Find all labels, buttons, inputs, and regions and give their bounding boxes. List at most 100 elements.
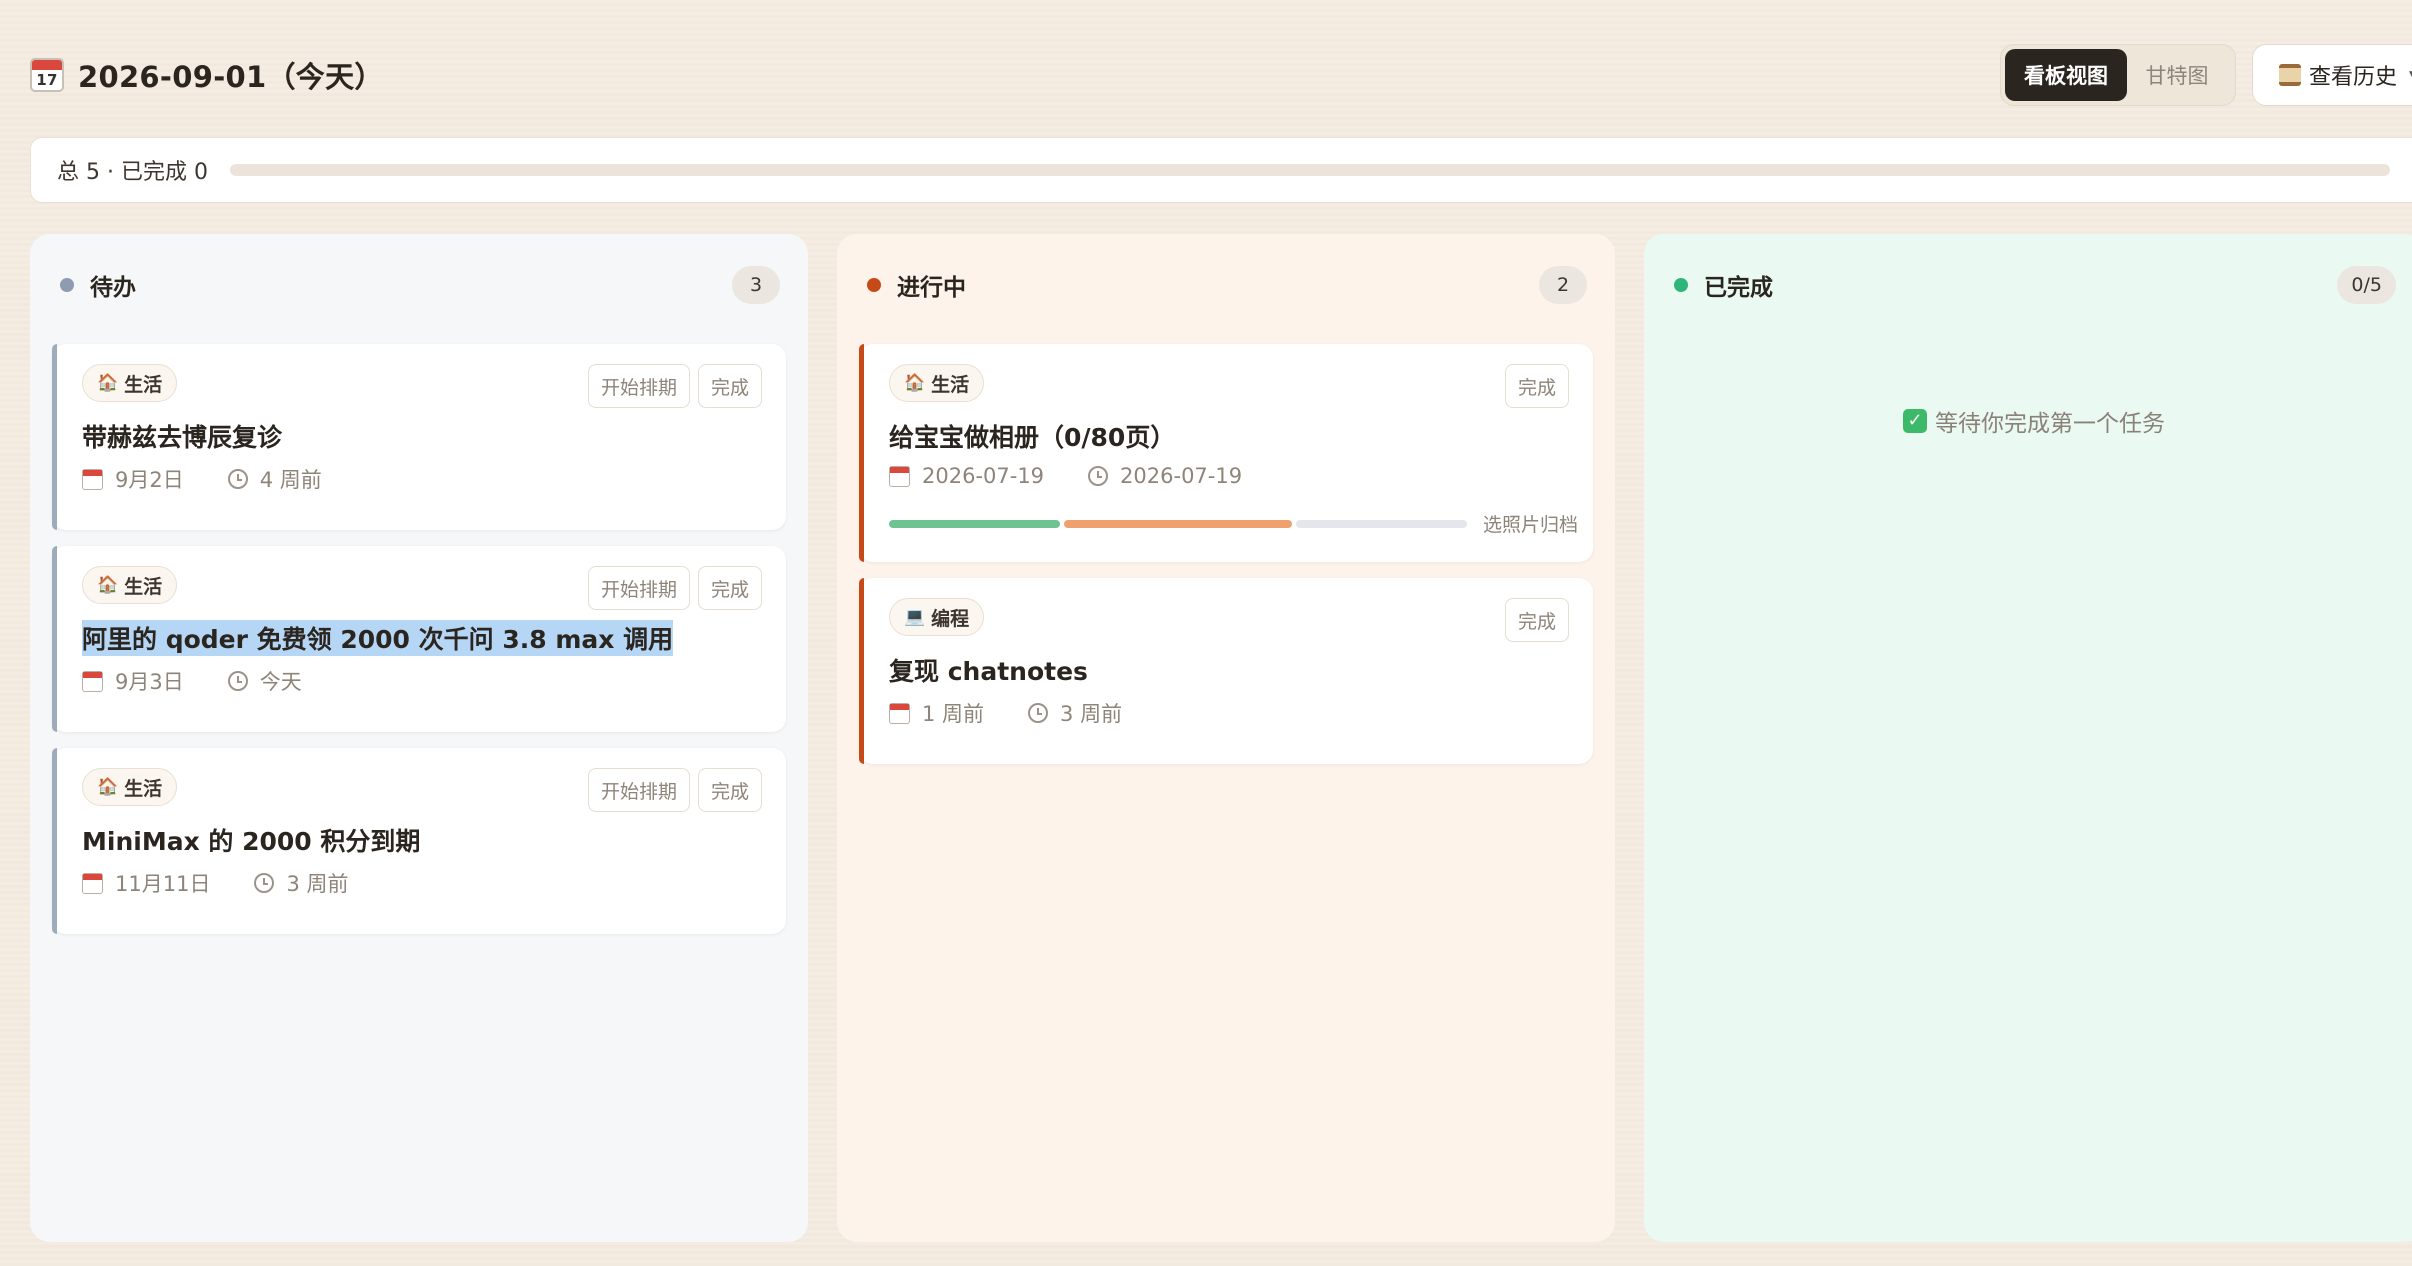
complete-button[interactable]: 完成 bbox=[697, 364, 762, 408]
complete-button[interactable]: 完成 bbox=[1504, 598, 1569, 642]
created-ago: 4 周前 bbox=[227, 464, 322, 494]
complete-button[interactable]: 完成 bbox=[697, 768, 762, 812]
clock-icon bbox=[254, 873, 275, 893]
due-date-text: 1 周前 bbox=[922, 702, 985, 726]
due-date-text: 9月3日 bbox=[115, 670, 184, 694]
due-date: 9月3日 bbox=[82, 666, 184, 696]
column-count-badge: 0/5 bbox=[2337, 266, 2396, 304]
overall-progress-bar bbox=[229, 164, 2390, 176]
house-icon: 🏠 bbox=[97, 575, 119, 595]
card-meta: 9月3日 今天 bbox=[82, 666, 346, 696]
created-ago-text: 3 周前 bbox=[1060, 702, 1123, 726]
column-count-badge: 2 bbox=[1539, 266, 1587, 304]
card-actions: 完成 bbox=[1504, 364, 1569, 408]
house-icon: 🏠 bbox=[97, 777, 119, 797]
gantt-view-button[interactable]: 甘特图 bbox=[2127, 49, 2227, 101]
category-label: 编程 bbox=[931, 607, 970, 630]
house-icon: 🏠 bbox=[904, 373, 926, 393]
card-actions: 开始排期 完成 bbox=[587, 364, 762, 408]
subtask-progress: 选照片归档 bbox=[889, 510, 1578, 537]
created-ago-text: 今天 bbox=[259, 670, 302, 694]
complete-button[interactable]: 完成 bbox=[1504, 364, 1569, 408]
start-date: 2026-07-19 bbox=[889, 464, 1044, 488]
end-date: 2026-07-19 bbox=[1088, 464, 1242, 488]
column-header: 进行中 2 bbox=[867, 264, 1587, 306]
task-card[interactable]: 🏠 生活 开始排期 完成 阿里的 qoder 免费领 2000 次千问 3.8 … bbox=[52, 546, 786, 732]
header: 17 2026-09-01（今天） 看板视图 甘特图 查看历史 ▼ bbox=[30, 40, 2412, 110]
created-ago: 3 周前 bbox=[1028, 698, 1122, 728]
column-title: 已完成 bbox=[1704, 275, 1773, 301]
category-tag: 🏠 生活 bbox=[82, 768, 178, 806]
start-schedule-button[interactable]: 开始排期 bbox=[587, 768, 690, 812]
history-label: 查看历史 bbox=[2309, 65, 2398, 90]
column-todo: 待办 3 🏠 生活 开始排期 完成 带赫兹去博辰复诊 9月2日 4 周前 🏠 生… bbox=[30, 234, 808, 1242]
card-meta: 11月11日 3 周前 bbox=[82, 868, 393, 898]
laptop-icon: 💻 bbox=[904, 607, 926, 627]
subtask-segment bbox=[1064, 519, 1292, 528]
category-label: 生活 bbox=[931, 373, 970, 396]
card-title: 给宝宝做相册（0/80页） bbox=[889, 423, 1176, 452]
column-in-progress: 进行中 2 🏠 生活 完成 给宝宝做相册（0/80页） 2026-07-19 2… bbox=[837, 234, 1615, 1242]
card-title: 复现 chatnotes bbox=[889, 657, 1088, 686]
calendar-icon bbox=[82, 872, 103, 894]
card-actions: 开始排期 完成 bbox=[587, 768, 762, 812]
column-header: 已完成 0/5 bbox=[1674, 264, 2396, 306]
complete-button[interactable]: 完成 bbox=[697, 566, 762, 610]
card-title: 阿里的 qoder 免费领 2000 次千问 3.8 max 调用 bbox=[82, 620, 674, 656]
card-actions: 完成 bbox=[1504, 598, 1569, 642]
card-meta: 2026-07-19 2026-07-19 bbox=[889, 464, 1286, 488]
calendar-icon-day: 17 bbox=[36, 71, 58, 89]
due-date: 11月11日 bbox=[82, 868, 210, 898]
page-title: 2026-09-01（今天） bbox=[78, 60, 384, 94]
start-schedule-button[interactable]: 开始排期 bbox=[587, 566, 690, 610]
category-label: 生活 bbox=[124, 575, 163, 598]
due-date: 1 周前 bbox=[889, 698, 984, 728]
scroll-icon bbox=[2279, 64, 2301, 86]
clock-icon bbox=[1028, 703, 1049, 723]
created-ago-text: 4 周前 bbox=[259, 468, 322, 492]
card-meta: 9月2日 4 周前 bbox=[82, 464, 366, 494]
card-meta: 1 周前 3 周前 bbox=[889, 698, 1166, 728]
calendar-icon bbox=[889, 465, 910, 487]
created-ago-text: 3 周前 bbox=[286, 872, 349, 896]
history-button[interactable]: 查看历史 ▼ bbox=[2252, 44, 2412, 106]
task-card[interactable]: 🏠 生活 开始排期 完成 带赫兹去博辰复诊 9月2日 4 周前 bbox=[52, 344, 786, 530]
column-title: 进行中 bbox=[897, 275, 966, 301]
category-tag: 🏠 生活 bbox=[889, 364, 985, 402]
category-tag: 🏠 生活 bbox=[82, 566, 178, 604]
task-card[interactable]: 💻 编程 完成 复现 chatnotes 1 周前 3 周前 bbox=[859, 578, 1593, 764]
status-dot bbox=[60, 278, 74, 292]
start-schedule-button[interactable]: 开始排期 bbox=[587, 364, 690, 408]
start-date-text: 2026-07-19 bbox=[922, 464, 1045, 488]
category-label: 生活 bbox=[124, 373, 163, 396]
created-ago: 今天 bbox=[227, 666, 302, 696]
empty-state: ✓ 等待你完成第一个任务 bbox=[1644, 404, 2412, 438]
card-actions: 开始排期 完成 bbox=[587, 566, 762, 610]
created-ago: 3 周前 bbox=[254, 868, 349, 898]
category-tag: 🏠 生活 bbox=[82, 364, 178, 402]
category-label: 生活 bbox=[124, 777, 163, 800]
summary-bar: 总 5 · 已完成 0 bbox=[30, 137, 2412, 203]
clock-icon bbox=[227, 671, 248, 691]
check-icon: ✓ bbox=[1903, 409, 1927, 433]
house-icon: 🏠 bbox=[97, 373, 119, 393]
due-date-text: 9月2日 bbox=[115, 468, 184, 492]
subtask-label: 选照片归档 bbox=[1483, 514, 1579, 536]
empty-state-text: 等待你完成第一个任务 bbox=[1935, 411, 2165, 437]
view-toggle: 看板视图 甘特图 bbox=[2000, 44, 2236, 106]
end-date-text: 2026-07-19 bbox=[1120, 464, 1243, 488]
calendar-icon: 17 bbox=[30, 58, 64, 92]
calendar-icon bbox=[82, 670, 103, 692]
task-card[interactable]: 🏠 生活 完成 给宝宝做相册（0/80页） 2026-07-19 2026-07… bbox=[859, 344, 1593, 562]
summary-text: 总 5 · 已完成 0 bbox=[57, 160, 208, 185]
status-dot bbox=[1674, 278, 1688, 292]
task-card[interactable]: 🏠 生活 开始排期 完成 MiniMax 的 2000 积分到期 11月11日 … bbox=[52, 748, 786, 934]
clock-icon bbox=[1088, 466, 1109, 486]
card-title: MiniMax 的 2000 积分到期 bbox=[82, 827, 421, 856]
subtask-segment bbox=[889, 519, 1060, 528]
date-title: 17 2026-09-01（今天） bbox=[30, 54, 384, 96]
category-tag: 💻 编程 bbox=[889, 598, 985, 636]
status-dot bbox=[867, 278, 881, 292]
subtask-segment bbox=[1296, 519, 1467, 528]
board-view-button[interactable]: 看板视图 bbox=[2005, 49, 2127, 101]
